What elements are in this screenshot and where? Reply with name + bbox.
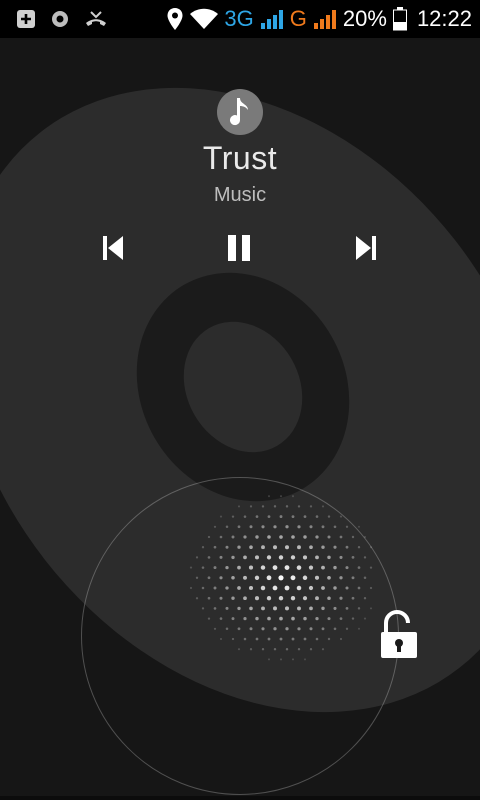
unlock-handle-dots[interactable]: [0, 0, 480, 800]
bottom-edge: [0, 796, 480, 800]
unlock-icon[interactable]: [378, 610, 420, 660]
